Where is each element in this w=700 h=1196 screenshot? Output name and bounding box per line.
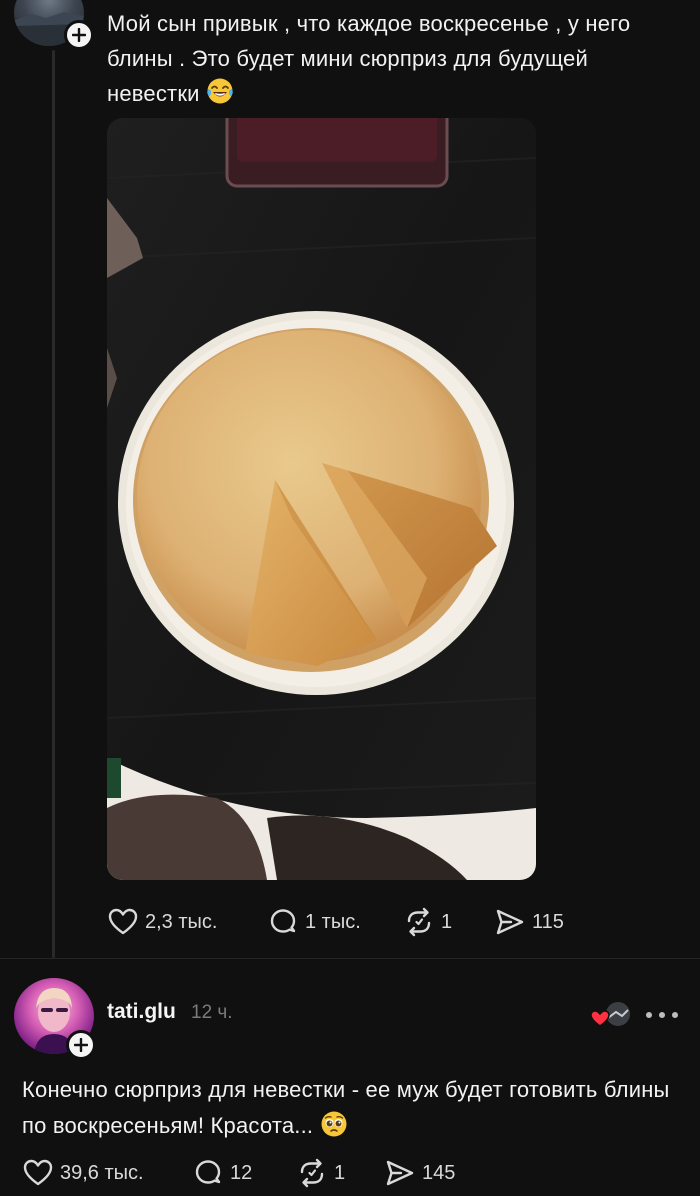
post-actions: 2,3 тыс. 1 тыс. 1 115: [107, 906, 564, 938]
repost-icon: [300, 1158, 324, 1188]
heart-icon: [23, 1159, 53, 1186]
repost-button[interactable]: 1: [403, 906, 458, 938]
comment-count: 12: [230, 1161, 253, 1184]
comment-count: 1 тыс.: [305, 910, 361, 933]
reply-text: Конечно сюрприз для невестки - ее муж бу…: [22, 1072, 682, 1144]
send-icon: [386, 1160, 414, 1186]
like-count: 2,3 тыс.: [145, 910, 218, 933]
repost-icon: [407, 907, 431, 937]
like-button[interactable]: 39,6 тыс.: [22, 1157, 158, 1189]
more-options-button[interactable]: [646, 1003, 678, 1027]
reply-actions: 39,6 тыс. 12 1 145: [22, 1157, 455, 1189]
follow-plus-button[interactable]: [66, 1030, 96, 1060]
heart-icon: [590, 1010, 610, 1027]
share-count: 115: [532, 910, 564, 933]
divider: [0, 958, 700, 959]
repost-count: 1: [334, 1161, 346, 1184]
post-body: Мой сын привык , что каждое воскресенье …: [107, 11, 631, 106]
repost-button[interactable]: 1: [296, 1157, 354, 1189]
comment-bubble-icon: [195, 1160, 221, 1184]
share-button[interactable]: 115: [494, 906, 564, 938]
author-liked-indicator: [590, 1000, 634, 1030]
comment-button[interactable]: 12: [192, 1157, 264, 1189]
heart-icon: [108, 908, 138, 935]
send-icon: [496, 909, 524, 935]
threads-feed: Мой сын привык , что каждое воскресенье …: [0, 0, 700, 1196]
reply-timestamp: 12 ч.: [191, 1002, 233, 1023]
share-button[interactable]: 145: [384, 1157, 455, 1189]
like-count: 39,6 тыс.: [60, 1161, 144, 1184]
repost-count: 1: [441, 910, 453, 933]
thread-line: [52, 50, 55, 958]
face-with-tears-of-joy-icon: [207, 78, 233, 104]
reply-username[interactable]: tati.glu: [107, 1000, 176, 1024]
comment-button[interactable]: 1 тыс.: [267, 906, 365, 938]
follow-plus-button[interactable]: [64, 20, 94, 50]
like-button[interactable]: 2,3 тыс.: [107, 906, 227, 938]
pancakes-on-plate-photo[interactable]: [107, 118, 536, 880]
share-count: 145: [422, 1161, 456, 1184]
pleading-face-icon: [321, 1111, 347, 1137]
post-text: Мой сын привык , что каждое воскресенье …: [107, 6, 667, 111]
comment-bubble-icon: [270, 909, 296, 933]
